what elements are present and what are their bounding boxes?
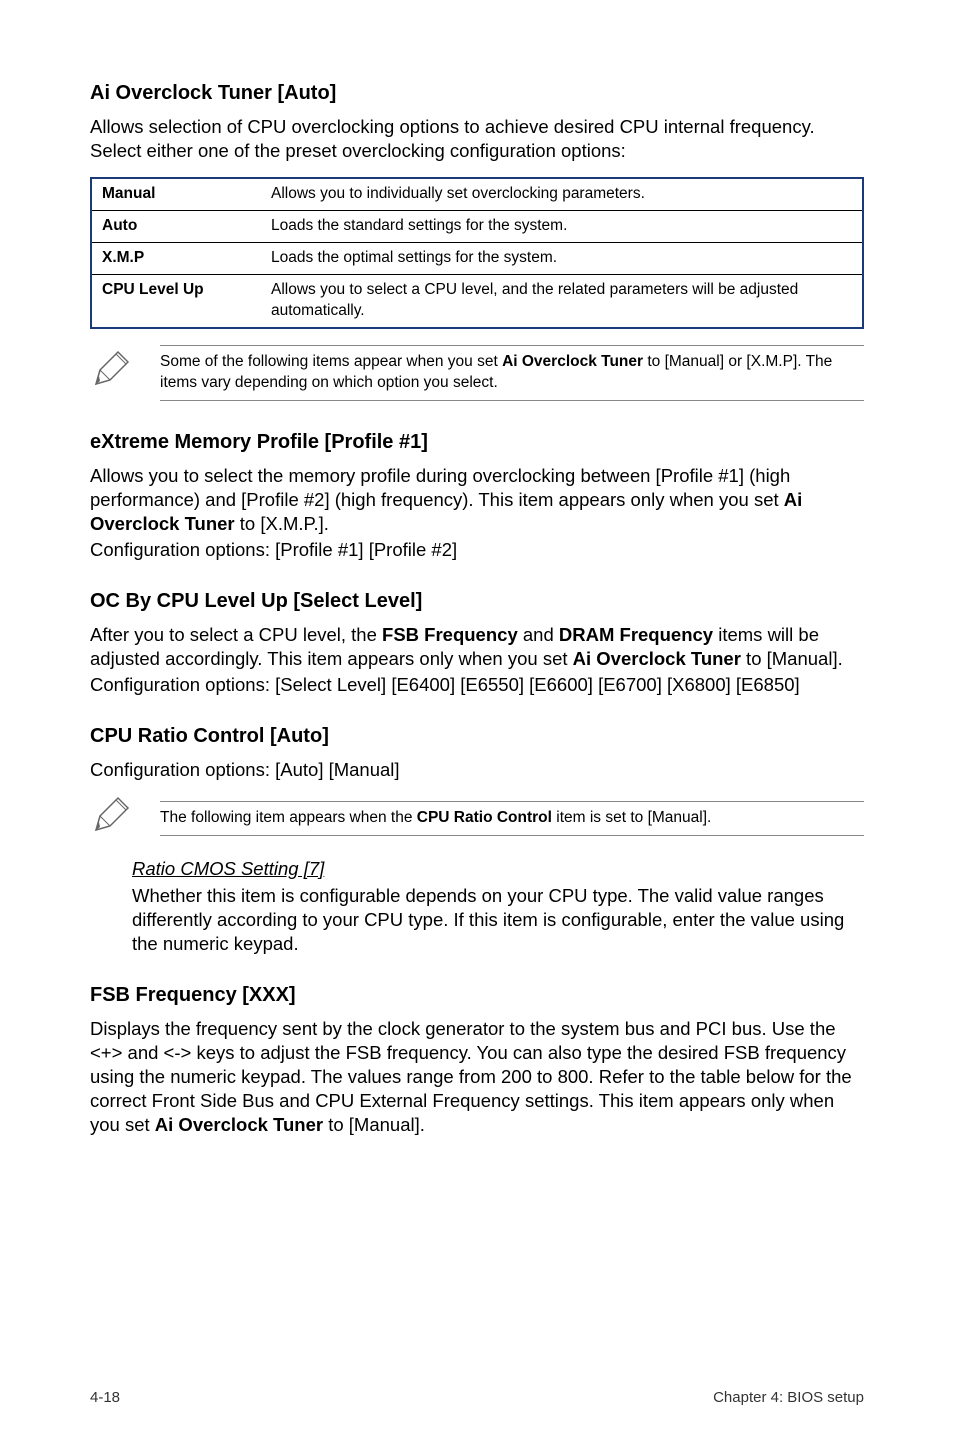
overclock-options-table: Manual Allows you to individually set ov… [90, 177, 864, 329]
body-text: After you to select a CPU level, the FSB… [90, 623, 864, 671]
table-option-desc: Allows you to select a CPU level, and th… [261, 274, 863, 327]
pencil-note-icon [90, 794, 132, 843]
note-block: Some of the following items appear when … [90, 345, 864, 401]
table-option-name: Auto [91, 211, 261, 243]
note-block: The following item appears when the CPU … [90, 794, 864, 843]
sub-heading: Ratio CMOS Setting [7] [132, 857, 864, 882]
table-option-name: X.M.P [91, 242, 261, 274]
page-footer: 4-18 Chapter 4: BIOS setup [90, 1388, 864, 1408]
config-options: Configuration options: [Select Level] [E… [90, 673, 864, 697]
note-text: Some of the following items appear when … [160, 345, 864, 401]
heading-extreme-memory: eXtreme Memory Profile [Profile #1] [90, 429, 864, 456]
heading-oc-cpu-level: OC By CPU Level Up [Select Level] [90, 588, 864, 615]
heading-fsb-frequency: FSB Frequency [XXX] [90, 982, 864, 1009]
subsection-ratio-cmos: Ratio CMOS Setting [7] Whether this item… [132, 857, 864, 956]
section-cpu-ratio: CPU Ratio Control [Auto] Configuration o… [90, 723, 864, 956]
heading-cpu-ratio: CPU Ratio Control [Auto] [90, 723, 864, 750]
section-ai-overclock-tuner: Ai Overclock Tuner [Auto] Allows selecti… [90, 80, 864, 401]
body-text: Displays the frequency sent by the clock… [90, 1017, 864, 1137]
note-text: The following item appears when the CPU … [160, 801, 864, 836]
pencil-note-icon [90, 348, 132, 397]
table-row: Auto Loads the standard settings for the… [91, 211, 863, 243]
body-text: Allows you to select the memory profile … [90, 464, 864, 536]
config-options: Configuration options: [Auto] [Manual] [90, 758, 864, 782]
intro-text: Allows selection of CPU overclocking opt… [90, 115, 864, 163]
table-option-desc: Allows you to individually set overclock… [261, 178, 863, 210]
chapter-label: Chapter 4: BIOS setup [713, 1388, 864, 1408]
table-row: X.M.P Loads the optimal settings for the… [91, 242, 863, 274]
table-row: Manual Allows you to individually set ov… [91, 178, 863, 210]
table-option-desc: Loads the standard settings for the syst… [261, 211, 863, 243]
table-option-desc: Loads the optimal settings for the syste… [261, 242, 863, 274]
table-option-name: Manual [91, 178, 261, 210]
sub-body: Whether this item is configurable depend… [132, 884, 864, 956]
section-oc-cpu-level: OC By CPU Level Up [Select Level] After … [90, 588, 864, 697]
table-option-name: CPU Level Up [91, 274, 261, 327]
section-extreme-memory: eXtreme Memory Profile [Profile #1] Allo… [90, 429, 864, 562]
page-number: 4-18 [90, 1388, 120, 1408]
section-fsb-frequency: FSB Frequency [XXX] Displays the frequen… [90, 982, 864, 1137]
config-options: Configuration options: [Profile #1] [Pro… [90, 538, 864, 562]
heading-ai-overclock: Ai Overclock Tuner [Auto] [90, 80, 864, 107]
table-row: CPU Level Up Allows you to select a CPU … [91, 274, 863, 327]
